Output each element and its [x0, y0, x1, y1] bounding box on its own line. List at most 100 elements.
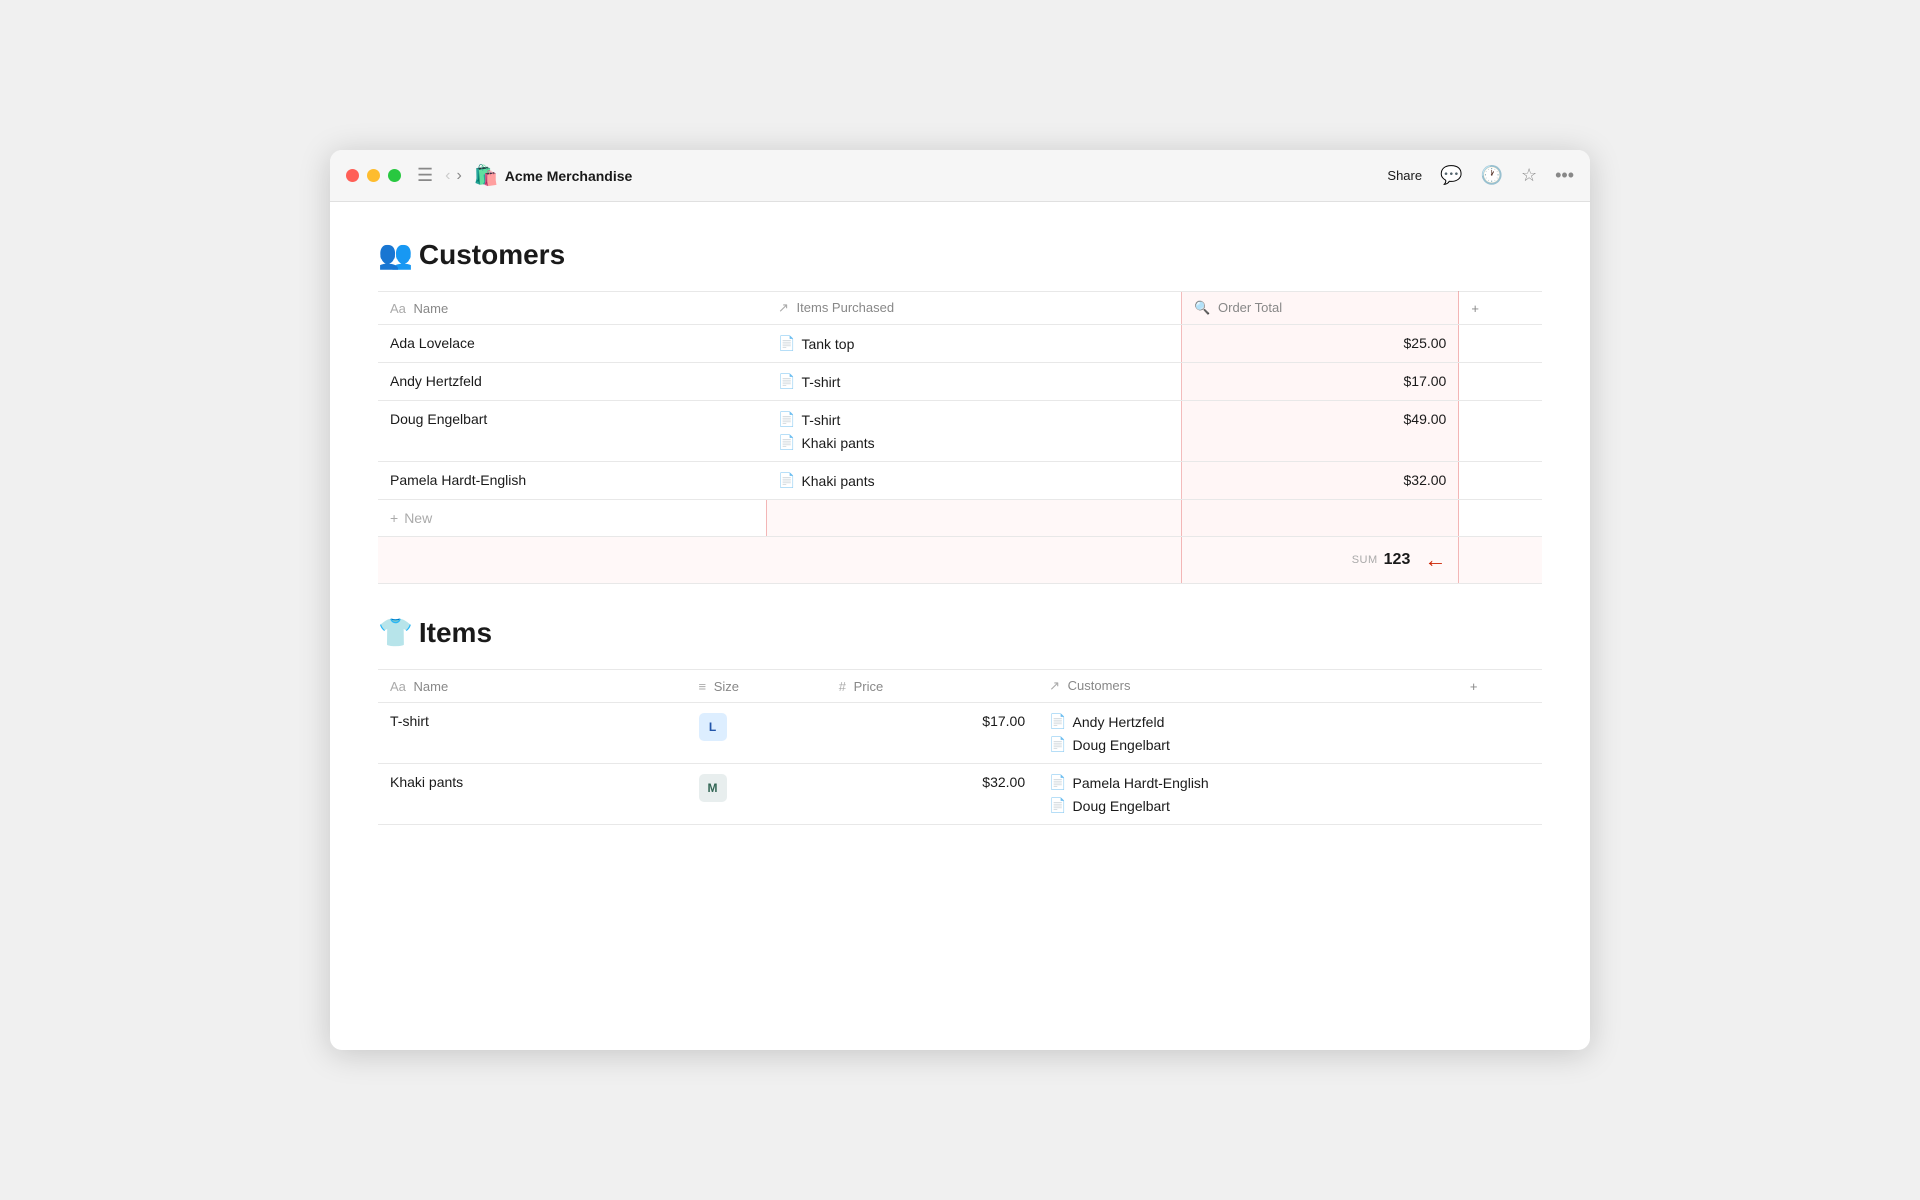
- customer-name: Doug Engelbart: [1073, 737, 1170, 753]
- customer-link[interactable]: 📄 Doug Engelbart: [1049, 736, 1446, 753]
- new-row-items: [766, 500, 1182, 537]
- menu-button[interactable]: ☰: [417, 165, 433, 186]
- name-icon: Aa: [390, 679, 406, 694]
- sum-empty-name: [378, 537, 766, 584]
- minimize-button[interactable]: [367, 169, 380, 182]
- order-total: $17.00: [1182, 363, 1459, 401]
- order-value: $49.00: [1194, 411, 1446, 427]
- titlebar: ☰ ‹ › 🛍️ Acme Merchandise Share 💬 🕐 ☆ ••…: [330, 150, 1590, 202]
- customer-link[interactable]: 📄 Andy Hertzfeld: [1049, 713, 1446, 730]
- order-value: $25.00: [1194, 335, 1446, 351]
- new-row[interactable]: + New: [378, 500, 1542, 537]
- item-name: Khaki pants: [801, 473, 874, 489]
- item-link[interactable]: 📄 Khaki pants: [778, 434, 1169, 451]
- price-icon: #: [839, 679, 846, 694]
- col-header-add[interactable]: +: [1459, 292, 1542, 325]
- doc-icon: 📄: [778, 472, 795, 489]
- order-col-icon: 🔍: [1194, 300, 1210, 315]
- items-col-label: Items Purchased: [797, 300, 895, 315]
- new-row-cell[interactable]: + New: [378, 500, 766, 537]
- row-add: [1459, 401, 1542, 462]
- customers-section-title: 👥 Customers: [378, 238, 1542, 271]
- items-table: Aa Name ≡ Size # Price ↗ Customers: [378, 669, 1542, 825]
- doc-icon: 📄: [778, 411, 795, 428]
- app-window: ☰ ‹ › 🛍️ Acme Merchandise Share 💬 🕐 ☆ ••…: [330, 150, 1590, 1050]
- add-col-icon[interactable]: +: [1471, 301, 1479, 316]
- items-section-title: 👕 Items: [378, 616, 1542, 649]
- new-row-plus: [1459, 500, 1542, 537]
- customers-col-label: Customers: [1068, 678, 1131, 693]
- items-col-header-price: # Price: [827, 670, 1037, 703]
- item-row-price: $32.00: [827, 764, 1037, 825]
- customers-title-text: Customers: [419, 239, 565, 271]
- items-col-header-add[interactable]: +: [1458, 670, 1542, 703]
- item-row-name: T-shirt: [378, 703, 687, 764]
- share-button[interactable]: Share: [1387, 168, 1422, 183]
- customer-items: 📄 Khaki pants: [766, 462, 1182, 500]
- customer-name: Andy Hertzfeld: [378, 363, 766, 401]
- sum-cell: SUM 123 ←: [1182, 537, 1459, 584]
- forward-button[interactable]: ›: [456, 167, 461, 185]
- item-row-name: Khaki pants: [378, 764, 687, 825]
- nav-arrows: ‹ ›: [445, 167, 462, 185]
- traffic-lights: [346, 169, 401, 182]
- item-link[interactable]: 📄 Khaki pants: [778, 472, 1169, 489]
- col-header-name: Aa Name: [378, 292, 766, 325]
- table-row: Pamela Hardt-English 📄 Khaki pants $32.0…: [378, 462, 1542, 500]
- sum-label: SUM: [1352, 554, 1378, 566]
- customer-name: Pamela Hardt-English: [1073, 775, 1209, 791]
- name-label: Name: [414, 679, 449, 694]
- price-label: Price: [854, 679, 884, 694]
- new-row-label[interactable]: + New: [390, 510, 754, 526]
- new-row-order: [1182, 500, 1459, 537]
- size-label: Size: [714, 679, 739, 694]
- sum-number: 123: [1384, 551, 1411, 569]
- row-add: [1459, 462, 1542, 500]
- comment-icon[interactable]: 💬: [1440, 165, 1462, 186]
- items-col-icon: ↗: [778, 300, 789, 315]
- sum-value-container: SUM 123 ←: [1194, 547, 1446, 573]
- table-row: Andy Hertzfeld 📄 T-shirt $17.00: [378, 363, 1542, 401]
- price-value: $17.00: [839, 713, 1025, 729]
- name-col-label: Name: [414, 301, 449, 316]
- items-table-header: Aa Name ≡ Size # Price ↗ Customers: [378, 670, 1542, 703]
- titlebar-right: Share 💬 🕐 ☆ •••: [1387, 165, 1574, 186]
- item-row-price: $17.00: [827, 703, 1037, 764]
- size-badge: L: [699, 713, 727, 741]
- close-button[interactable]: [346, 169, 359, 182]
- row-add: [1459, 363, 1542, 401]
- row-add: [1459, 325, 1542, 363]
- doc-icon: 📄: [778, 434, 795, 451]
- col-header-order-total: 🔍 Order Total: [1182, 292, 1459, 325]
- customer-link[interactable]: 📄 Pamela Hardt-English: [1049, 774, 1446, 791]
- items-col-header-name: Aa Name: [378, 670, 687, 703]
- more-icon[interactable]: •••: [1555, 165, 1574, 186]
- doc-icon: 📄: [1049, 736, 1066, 753]
- customer-items: 📄 Tank top: [766, 325, 1182, 363]
- new-label[interactable]: New: [404, 510, 432, 526]
- customer-name: Ada Lovelace: [378, 325, 766, 363]
- size-icon: ≡: [699, 679, 707, 694]
- add-col-icon[interactable]: +: [1470, 679, 1478, 694]
- star-icon[interactable]: ☆: [1521, 165, 1537, 186]
- history-icon[interactable]: 🕐: [1481, 165, 1503, 186]
- maximize-button[interactable]: [388, 169, 401, 182]
- app-icon: 🛍️: [474, 163, 499, 188]
- customers-col-icon: ↗: [1049, 678, 1060, 693]
- row-add: [1458, 764, 1542, 825]
- item-name: T-shirt: [801, 374, 840, 390]
- item-link[interactable]: 📄 Tank top: [778, 335, 1169, 352]
- app-title: Acme Merchandise: [505, 168, 1388, 184]
- page-content: 👥 Customers Aa Name ↗ Items Purchased 🔍: [330, 202, 1590, 1050]
- name-col-icon: Aa: [390, 301, 406, 316]
- item-row-customers: 📄 Andy Hertzfeld 📄 Doug Engelbart: [1037, 703, 1458, 764]
- item-link[interactable]: 📄 T-shirt: [778, 373, 1169, 390]
- back-button[interactable]: ‹: [445, 167, 450, 185]
- sum-empty-items: [766, 537, 1182, 584]
- order-value: $17.00: [1194, 373, 1446, 389]
- items-title-text: Items: [419, 617, 492, 649]
- item-link[interactable]: 📄 T-shirt: [778, 411, 1169, 428]
- items-col-header-size: ≡ Size: [687, 670, 827, 703]
- customer-link[interactable]: 📄 Doug Engelbart: [1049, 797, 1446, 814]
- order-value: $32.00: [1194, 472, 1446, 488]
